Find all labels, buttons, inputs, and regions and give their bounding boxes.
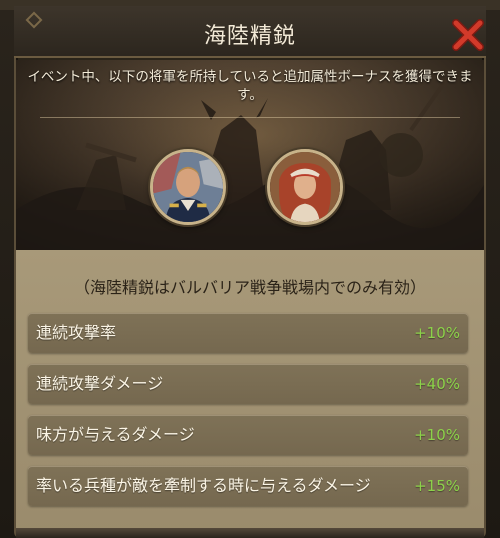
title-bar: 海陸精鋭 bbox=[14, 6, 486, 58]
general-portrait-male-officer bbox=[153, 152, 223, 222]
description-divider bbox=[40, 117, 460, 118]
panel-bottom-edge bbox=[16, 528, 484, 538]
validity-note: （海陸精鋭はバルバリア戦争戦場内でのみ有効） bbox=[73, 278, 426, 297]
bonus-row: 率いる兵種が敵を牽制する時に与えるダメージ +15% bbox=[28, 466, 468, 506]
bonus-label: 連続攻撃ダメージ bbox=[36, 374, 164, 393]
window-title: 海陸精鋭 bbox=[203, 24, 296, 49]
event-description: イベント中、以下の将軍を所持していると追加属性ボーナスを獲得できます。 bbox=[27, 69, 473, 103]
close-x-icon bbox=[452, 19, 484, 51]
bonus-value: +40% bbox=[414, 375, 460, 393]
general-portrait-female-pirate bbox=[270, 152, 340, 222]
bonus-row: 味方が与えるダメージ +10% bbox=[28, 415, 468, 455]
bonus-row: 連続攻撃率 +10% bbox=[28, 313, 468, 353]
bonus-value: +15% bbox=[414, 477, 460, 495]
bonus-row: 連続攻撃ダメージ +40% bbox=[28, 364, 468, 404]
bonus-value: +10% bbox=[414, 324, 460, 342]
bonus-label: 味方が与えるダメージ bbox=[36, 425, 195, 444]
bonus-value: +10% bbox=[414, 426, 460, 444]
close-button[interactable] bbox=[450, 17, 486, 53]
bonus-label: 率いる兵種が敵を牽制する時に与えるダメージ bbox=[36, 476, 371, 495]
general-portrait-2[interactable] bbox=[267, 149, 343, 225]
general-portrait-1[interactable] bbox=[150, 149, 226, 225]
bonus-label: 連続攻撃率 bbox=[36, 323, 117, 342]
